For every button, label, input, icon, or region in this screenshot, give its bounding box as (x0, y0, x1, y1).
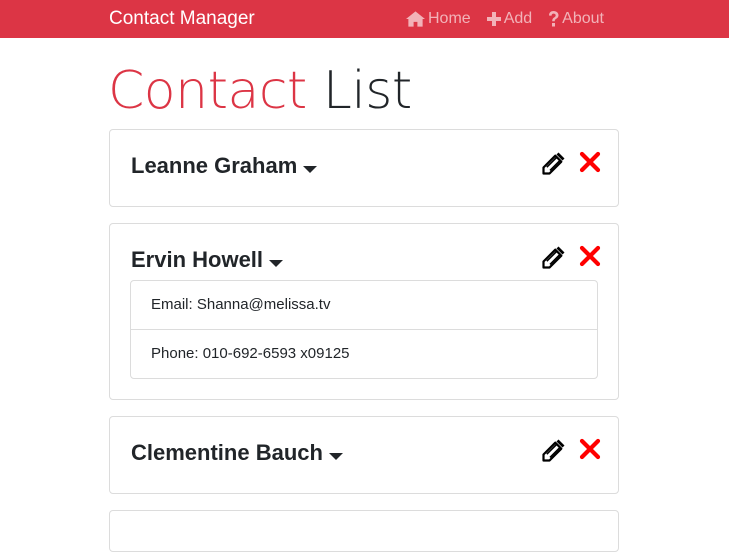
brand-link[interactable]: Contact Manager (109, 8, 255, 30)
contact-card: Leanne Graham (109, 129, 619, 207)
page-title-accent: Contact (108, 61, 307, 121)
times-icon[interactable] (579, 245, 601, 267)
nav-link-add[interactable]: Add (486, 9, 533, 29)
contact-card: Clementine Bauch (109, 416, 619, 494)
contact-name-text: Clementine Bauch (131, 440, 323, 465)
pencil-icon[interactable] (541, 437, 567, 463)
times-icon[interactable] (579, 151, 601, 173)
page-title-rest: List (322, 61, 412, 121)
navbar: Contact Manager Home Add About (0, 0, 729, 38)
caret-down-icon[interactable] (269, 259, 284, 267)
caret-down-icon[interactable] (328, 452, 343, 460)
nav-link-home[interactable]: Home (406, 9, 471, 29)
contact-name-text: Ervin Howell (131, 247, 264, 272)
contact-card (109, 510, 619, 552)
contact-name-text: Leanne Graham (131, 153, 298, 178)
contact-email: Email: Shanna@melissa.tv (151, 296, 331, 313)
caret-down-icon[interactable] (303, 165, 318, 173)
question-icon (549, 11, 559, 27)
nav-link-label: About (562, 10, 604, 27)
nav-link-label: Add (503, 10, 533, 27)
contact-name[interactable]: Clementine Bauch (131, 439, 343, 467)
plus-icon (486, 12, 501, 26)
nav-links: Home Add About (406, 9, 620, 29)
contact-phone: Phone: 010-692-6593 x09125 (131, 329, 597, 378)
nav-link-label: Home (428, 10, 471, 27)
times-icon[interactable] (579, 438, 601, 460)
contact-details-list: Email: Shanna@melissa.tv Phone: 010-692-… (130, 280, 598, 379)
home-icon (406, 11, 425, 27)
contact-name[interactable]: Ervin Howell (131, 246, 284, 274)
nav-link-about[interactable]: About (548, 9, 604, 29)
page-title: Contact List (108, 60, 412, 122)
pencil-icon[interactable] (541, 244, 567, 270)
contact-name[interactable]: Leanne Graham (131, 152, 318, 180)
contact-card: Ervin Howell Email: Shanna@melissa.tv Ph… (109, 223, 619, 400)
pencil-icon[interactable] (541, 150, 567, 176)
